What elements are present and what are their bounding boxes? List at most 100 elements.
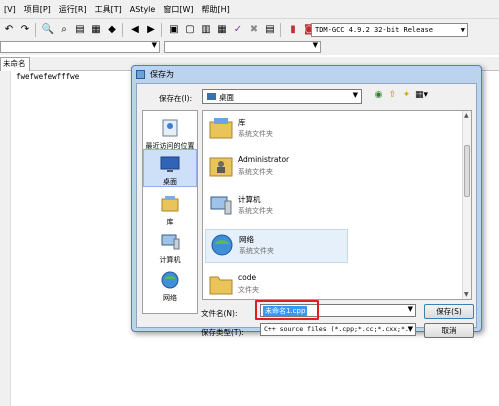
code-line-1[interactable]: fwefwefewfffwe (16, 72, 79, 81)
file-name: code (238, 273, 257, 282)
compiler-select[interactable]: TDM-GCC 4.9.2 32-bit Release ▼ (311, 23, 468, 37)
place-network[interactable]: 网络 (143, 269, 197, 303)
chevron-down-icon: ▼ (460, 26, 465, 34)
new-folder-icon[interactable]: ✦ (401, 90, 412, 100)
save-button[interactable]: 保存(S) (424, 304, 474, 319)
desktop-icon (159, 153, 181, 175)
file-item-library[interactable]: 库 系统文件夹 (205, 113, 365, 147)
filename-label: 文件名(N): (201, 309, 238, 318)
file-name: 计算机 (238, 195, 261, 204)
file-name: Administrator (238, 155, 290, 164)
place-computer[interactable]: 计算机 (143, 231, 197, 265)
dialog-title: 保存为 (150, 70, 174, 79)
compiler-select-value: TDM-GCC 4.9.2 32-bit Release (315, 26, 434, 34)
user-folder-icon (208, 153, 234, 179)
compile-icon[interactable]: ▣ (167, 23, 181, 37)
filetype-label: 保存类型(T): (201, 328, 244, 337)
compile-run-icon[interactable]: ▥ (199, 23, 213, 37)
chart-icon[interactable]: ▮ (286, 23, 300, 37)
debug-icon[interactable]: ▤ (263, 23, 277, 37)
file-type: 系统文件夹 (239, 247, 274, 255)
menu-help[interactable]: 帮助[H] (197, 4, 233, 15)
chevron-down-icon[interactable]: ▼ (408, 305, 413, 313)
filetype-select[interactable]: C++ source files (*.cpp;*.cc;*.cxx;*. ▼ (260, 323, 416, 336)
library-folder-icon (208, 115, 234, 141)
menu-view[interactable]: [V] (0, 5, 20, 14)
file-item-administrator[interactable]: Administrator 系统文件夹 (205, 151, 365, 185)
find-icon[interactable]: 🔍 (41, 23, 55, 37)
tab-untitled[interactable]: 未命名1 (0, 57, 30, 80)
undo-icon[interactable]: ↶ (2, 23, 16, 37)
folder-icon (208, 271, 234, 297)
unindent-icon[interactable]: ◀ (128, 23, 142, 37)
library-icon (159, 193, 181, 215)
network-icon (209, 232, 235, 258)
menu-window[interactable]: 窗口[W] (159, 4, 197, 15)
place-label: 库 (166, 218, 174, 226)
member-combo[interactable]: ▼ (164, 41, 321, 53)
file-item-network[interactable]: 网络 系统文件夹 (205, 229, 348, 263)
redo-icon[interactable]: ↷ (18, 23, 32, 37)
bookmark-icon[interactable]: ▦ (89, 23, 103, 37)
file-list-scrollbar[interactable]: ▲ ▼ (462, 111, 471, 299)
menu-project[interactable]: 项目[P] (20, 4, 55, 15)
scrollbar-thumb[interactable] (464, 145, 470, 197)
chevron-down-icon: ▼ (407, 325, 413, 333)
place-library[interactable]: 库 (143, 193, 197, 227)
places-bar: 最近访问的位置 桌面 库 计算机 网络 (142, 110, 198, 314)
file-type: 系统文件夹 (238, 207, 273, 215)
scroll-down-icon[interactable]: ▼ (464, 291, 469, 298)
file-list: 库 系统文件夹 Administrator 系统文件夹 计算机 系统文件夹 网络… (202, 110, 472, 300)
chevron-down-icon: ▼ (151, 41, 157, 49)
menu-astyle[interactable]: AStyle (126, 5, 160, 14)
filetype-value: C++ source files (*.cpp;*.cc;*.cxx;*. (264, 325, 409, 333)
file-item-code[interactable]: code 文件夹 (205, 269, 365, 299)
file-type: 系统文件夹 (238, 168, 273, 176)
place-label: 网络 (163, 294, 177, 302)
recent-icon (159, 117, 181, 139)
file-name: 网络 (239, 235, 254, 244)
computer-icon (208, 192, 234, 218)
scroll-up-icon[interactable]: ▲ (464, 112, 469, 119)
menu-bar: [V] 项目[P] 运行[R] 工具[T] AStyle 窗口[W] 帮助[H] (0, 0, 499, 19)
file-type: 系统文件夹 (238, 130, 273, 138)
save-in-label: 保存在(I): (159, 94, 193, 103)
dialog-icon (136, 70, 145, 79)
replace-icon[interactable]: ⌕ (57, 23, 71, 37)
goto-icon[interactable]: ▤ (73, 23, 87, 37)
save-as-dialog: 保存为 保存在(I): 桌面 ▼ ◉ ⇧ ✦ ▦▾ 最近访问的位置 桌面 库 计… (131, 65, 482, 338)
cancel-button[interactable]: 取消 (424, 323, 474, 338)
toolbar-separator (35, 22, 36, 37)
file-name: 库 (238, 118, 246, 127)
toolbar-separator (161, 22, 162, 37)
run-icon[interactable]: ▢ (183, 23, 197, 37)
chevron-down-icon: ▼ (352, 91, 358, 99)
back-icon[interactable]: ◉ (373, 90, 384, 100)
close-icon[interactable]: ✖ (247, 23, 261, 37)
nav-toolbar: ◉ ⇧ ✦ ▦▾ (373, 90, 428, 100)
editor-gutter (0, 71, 11, 406)
class-combo[interactable]: ▼ (0, 41, 160, 53)
network-icon (159, 269, 181, 291)
save-in-combo[interactable]: 桌面 ▼ (202, 89, 362, 104)
file-item-computer[interactable]: 计算机 系统文件夹 (205, 190, 365, 224)
place-recent[interactable]: 最近访问的位置 (143, 117, 197, 151)
dialog-body: 保存在(I): 桌面 ▼ ◉ ⇧ ✦ ▦▾ 最近访问的位置 桌面 库 计算机 网… (136, 83, 477, 338)
place-desktop[interactable]: 桌面 (143, 149, 197, 187)
save-in-value: 桌面 (219, 93, 234, 102)
indent-icon[interactable]: ▶ (144, 23, 158, 37)
place-label: 桌面 (163, 178, 177, 186)
chevron-down-icon: ▼ (312, 41, 318, 49)
up-folder-icon[interactable]: ⇧ (387, 90, 398, 100)
shield-icon[interactable]: ◆ (105, 23, 119, 37)
menu-run[interactable]: 运行[R] (55, 4, 91, 15)
rebuild-icon[interactable]: ▦ (215, 23, 229, 37)
desktop-folder-icon (207, 93, 216, 100)
menu-tools[interactable]: 工具[T] (91, 4, 126, 15)
toolbar-separator (122, 22, 123, 37)
view-menu-icon[interactable]: ▦▾ (415, 90, 428, 100)
computer-icon (159, 231, 181, 253)
highlight-annotation (255, 300, 319, 320)
check-icon[interactable]: ✓ (231, 23, 245, 37)
place-label: 计算机 (159, 256, 181, 264)
